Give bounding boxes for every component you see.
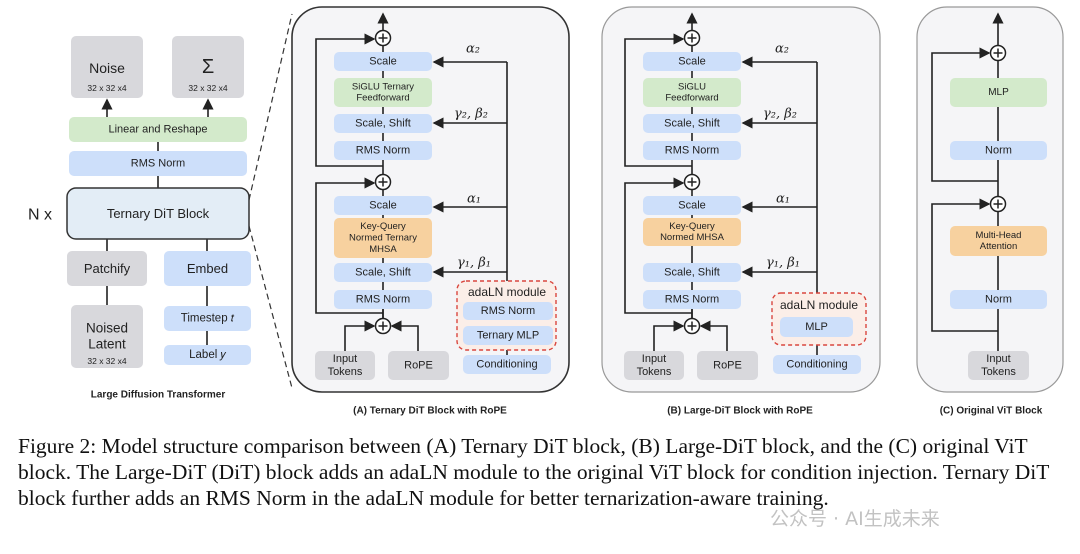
alpha2-label: α₂ bbox=[775, 42, 789, 57]
rms-norm-2-label: RMS Norm bbox=[356, 145, 410, 157]
left-caption: Large Diffusion Transformer bbox=[91, 390, 226, 401]
panel_c-caption: (C) Original ViT Block bbox=[940, 406, 1043, 417]
mlp-label: MLP bbox=[805, 321, 828, 333]
sigma-label: Σ bbox=[202, 56, 214, 78]
input-tokens-label: Input bbox=[986, 353, 1010, 365]
rope-label: RoPE bbox=[404, 360, 433, 372]
timestep-label: Timestep 𝑡 bbox=[181, 313, 235, 325]
rms-norm-label: RMS Norm bbox=[131, 158, 185, 170]
feedforward-label: SiGLU Ternary bbox=[352, 81, 414, 92]
feedforward-label: SiGLU bbox=[678, 81, 706, 92]
alpha1-label: α₁ bbox=[467, 192, 481, 207]
scale-2-label: Scale bbox=[369, 56, 397, 68]
gamma1-beta1-label: γ₁, β₁ bbox=[766, 256, 800, 271]
figure-caption: Figure 2: Model structure comparison bet… bbox=[18, 434, 1049, 510]
gamma2-beta2-label: γ₂, β₂ bbox=[454, 107, 488, 122]
ternary-dit-block-label: Ternary DiT Block bbox=[107, 206, 210, 221]
noise-label: Noise bbox=[89, 60, 125, 76]
zoom-dashed-lines bbox=[248, 13, 293, 389]
attention-label: MHSA bbox=[369, 244, 397, 255]
conditioning-label: Conditioning bbox=[476, 359, 537, 371]
panel-c bbox=[916, 6, 1064, 393]
rms-norm-1-label: RMS Norm bbox=[665, 294, 719, 306]
input-tokens-label: Input bbox=[642, 353, 666, 365]
feedforward-label: Feedforward bbox=[356, 93, 409, 104]
panel_a-caption: (A) Ternary DiT Block with RoPE bbox=[353, 406, 507, 417]
attention-label: Normed Ternary bbox=[349, 233, 417, 244]
input-tokens-label: Input bbox=[333, 353, 357, 365]
conditioning-label: Conditioning bbox=[786, 359, 847, 371]
panel_b-caption: (B) Large-DiT Block with RoPE bbox=[667, 406, 813, 417]
linear-reshape-label: Linear and Reshape bbox=[108, 124, 207, 136]
scale-shift-1-label: Scale, Shift bbox=[355, 267, 411, 279]
gamma2-beta2-label: γ₂, β₂ bbox=[763, 107, 797, 122]
input-tokens-label: Tokens bbox=[637, 366, 672, 378]
attention-label: Normed MHSA bbox=[660, 232, 725, 243]
adaln-module-label: adaLN module bbox=[468, 285, 546, 299]
attention-label: Key-Query bbox=[360, 221, 406, 232]
scale-shift-2-label: Scale, Shift bbox=[664, 118, 720, 130]
adaln-rms-norm-label: RMS Norm bbox=[481, 305, 535, 317]
attention-label: Key-Query bbox=[669, 221, 715, 232]
scale-shift-2-label: Scale, Shift bbox=[355, 118, 411, 130]
multi-head-attention-label: Multi-Head bbox=[976, 230, 1022, 241]
mlp-label: MLP bbox=[988, 87, 1009, 98]
rms-norm-1-label: RMS Norm bbox=[356, 294, 410, 306]
sigma-dim: 32 x 32 x4 bbox=[188, 83, 227, 93]
embed-label: Embed bbox=[187, 261, 228, 276]
watermark: 公众号 · AI生成未来 bbox=[770, 508, 940, 530]
noised-latent-label: Latent bbox=[88, 337, 126, 352]
model-structure-figure: Noise 32 x 32 x4 Σ 32 x 32 x4 Linear and Res… bbox=[28, 6, 1064, 417]
feedforward-label: Feedforward bbox=[665, 93, 718, 104]
adaln-module-label: adaLN module bbox=[780, 298, 858, 312]
patchify-label: Patchify bbox=[84, 261, 131, 276]
alpha2-label: α₂ bbox=[466, 42, 480, 57]
scale-shift-1-label: Scale, Shift bbox=[664, 267, 720, 279]
alpha1-label: α₁ bbox=[776, 192, 790, 207]
rope-label: RoPE bbox=[713, 360, 742, 372]
input-tokens-label: Tokens bbox=[981, 366, 1016, 378]
scale-1-label: Scale bbox=[678, 200, 706, 212]
scale-1-label: Scale bbox=[369, 200, 397, 212]
norm-1-label: Norm bbox=[985, 294, 1012, 306]
noised-latent-label: Noised bbox=[86, 320, 128, 335]
n-x-label: N x bbox=[28, 207, 52, 224]
latent-dim: 32 x 32 x4 bbox=[87, 356, 126, 366]
ternary-mlp-label: Ternary MLP bbox=[477, 330, 539, 342]
label-y-label: Label 𝑦 bbox=[189, 349, 227, 361]
multi-head-attention-label: Attention bbox=[980, 241, 1018, 252]
gamma1-beta1-label: γ₁, β₁ bbox=[457, 256, 491, 271]
scale-2-label: Scale bbox=[678, 56, 706, 68]
input-tokens-label: Tokens bbox=[328, 366, 363, 378]
noise-dim: 32 x 32 x4 bbox=[87, 83, 126, 93]
norm-2-label: Norm bbox=[985, 145, 1012, 157]
rms-norm-2-label: RMS Norm bbox=[665, 145, 719, 157]
